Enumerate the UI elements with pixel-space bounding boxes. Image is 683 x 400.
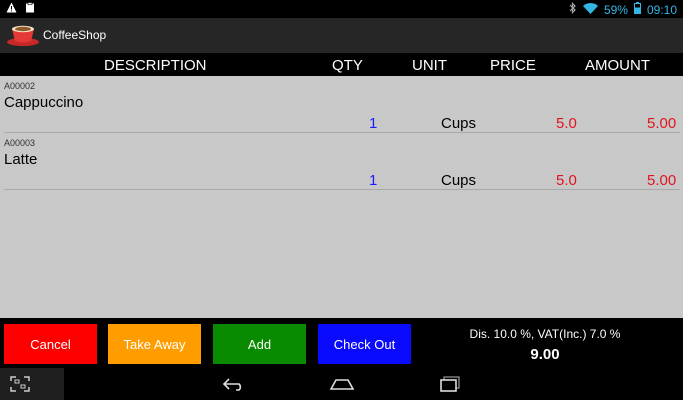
row-divider: [4, 189, 680, 190]
list-item[interactable]: A00003 Latte 1 Cups 5.0 5.00: [0, 133, 683, 190]
add-button[interactable]: Add: [213, 324, 306, 364]
column-header: DESCRIPTION QTY UNIT PRICE AMOUNT: [0, 53, 683, 76]
battery-icon: [633, 2, 641, 17]
scan-icon: [10, 376, 30, 397]
col-description: DESCRIPTION: [104, 57, 207, 74]
item-unit: Cups: [441, 115, 477, 132]
item-qty[interactable]: 1: [369, 172, 377, 189]
item-unit: Cups: [441, 172, 477, 189]
col-qty: QTY: [332, 57, 363, 74]
action-bar: CoffeeShop: [0, 18, 683, 53]
item-price: 5.0: [556, 172, 577, 189]
recent-apps-icon[interactable]: [439, 376, 461, 397]
discount-vat-info: Dis. 10.0 %, VAT(Inc.) 7.0 %: [469, 327, 621, 341]
item-price: 5.0: [556, 115, 577, 132]
back-icon[interactable]: [222, 376, 246, 397]
item-code: A00003: [4, 138, 36, 148]
cancel-button[interactable]: Cancel: [4, 324, 97, 364]
warning-icon: [6, 2, 17, 16]
item-name: Cappuccino: [4, 94, 84, 111]
item-amount: 5.00: [647, 115, 677, 132]
navigation-bar: [0, 368, 683, 400]
wifi-icon: [582, 2, 598, 17]
check-out-button[interactable]: Check Out: [318, 324, 411, 364]
item-qty[interactable]: 1: [369, 115, 377, 132]
take-away-button[interactable]: Take Away: [108, 324, 201, 364]
status-bar: 59% 09:10: [0, 0, 683, 18]
home-icon[interactable]: [329, 376, 355, 397]
item-code: A00002: [4, 81, 36, 91]
clipboard-icon: [25, 2, 35, 16]
battery-percent: 59%: [603, 2, 628, 17]
status-left: [6, 2, 35, 16]
clock: 09:10: [646, 2, 677, 17]
order-list[interactable]: A00002 Cappuccino 1 Cups 5.0 5.00 A00003…: [0, 76, 683, 318]
coffee-cup-icon[interactable]: [6, 23, 40, 47]
item-name: Latte: [4, 151, 38, 168]
col-unit: UNIT: [412, 57, 447, 74]
scan-button[interactable]: [0, 368, 64, 400]
col-amount: AMOUNT: [585, 57, 650, 74]
app-title: CoffeeShop: [43, 28, 107, 42]
item-amount: 5.00: [647, 172, 677, 189]
list-item[interactable]: A00002 Cappuccino 1 Cups 5.0 5.00: [0, 76, 683, 133]
action-panel: Cancel Take Away Add Check Out Dis. 10.0…: [0, 318, 683, 368]
col-price: PRICE: [490, 57, 536, 74]
order-total: 9.00: [530, 346, 560, 363]
bluetooth-icon: [569, 2, 577, 17]
status-right: 59% 09:10: [569, 2, 677, 17]
